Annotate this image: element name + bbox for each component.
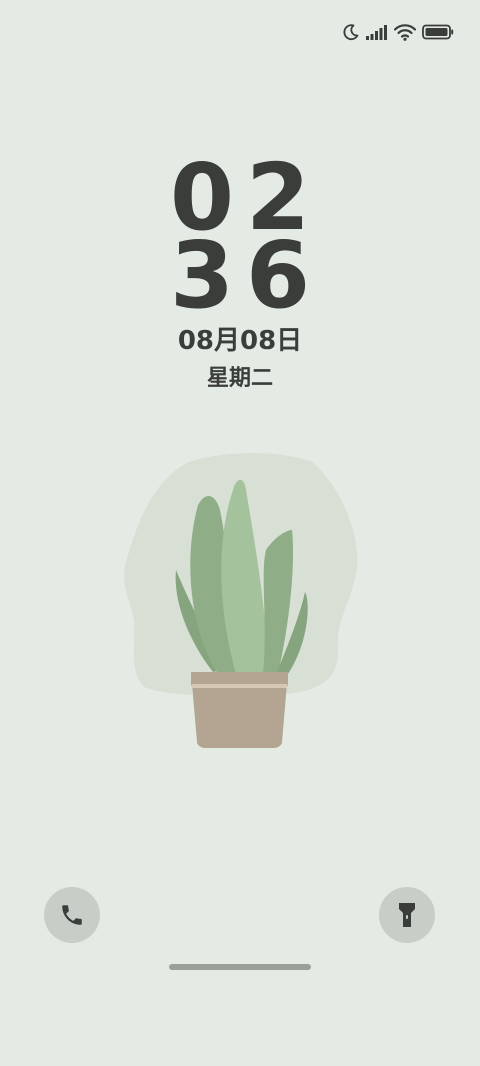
flashlight-icon: [399, 903, 415, 927]
signal-icon: [366, 25, 387, 40]
clock-minutes: 36: [169, 222, 323, 329]
home-indicator-bar[interactable]: [169, 964, 311, 970]
plant-wallpaper-illustration: [124, 453, 358, 748]
moon-icon: [343, 24, 359, 40]
status-bar: [342, 20, 454, 44]
lock-screen: 02 36 08月08日 星期二: [0, 0, 480, 1066]
wifi-icon: [394, 23, 416, 41]
weekday-label: 星期二: [206, 366, 273, 391]
phone-shortcut-button[interactable]: [44, 887, 100, 943]
date-label: 08月08日: [177, 326, 303, 356]
phone-icon: [62, 905, 82, 925]
battery-icon: [422, 24, 454, 40]
flashlight-shortcut-button[interactable]: [379, 887, 435, 943]
